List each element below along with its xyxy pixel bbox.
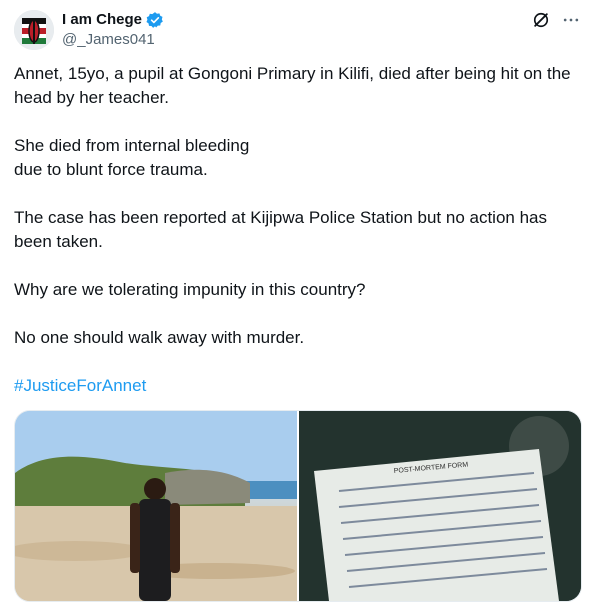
tweet-header: I am Chege @_James041: [14, 8, 581, 52]
postmortem-form-photo[interactable]: POST-MORTEM FORM: [299, 411, 581, 601]
tweet-paragraph-4: Why are we tolerating impunity in this c…: [14, 280, 366, 299]
author-name-row: I am Chege: [62, 10, 164, 30]
author-names: I am Chege @_James041: [62, 10, 164, 50]
more-icon[interactable]: [561, 10, 581, 35]
grok-icon[interactable]: [531, 10, 551, 35]
avatar[interactable]: [14, 10, 54, 50]
media-grid: POST-MORTEM FORM: [14, 410, 582, 602]
hashtag-link[interactable]: #JusticeForAnnet: [14, 374, 574, 398]
author-handle[interactable]: @_James041: [62, 30, 164, 50]
author-display-name[interactable]: I am Chege: [62, 10, 142, 30]
tweet-paragraph-3: The case has been reported at Kijipwa Po…: [14, 208, 548, 251]
tweet-paragraph-1: Annet, 15yo, a pupil at Gongoni Primary …: [14, 64, 571, 107]
tweet-paragraph-5: No one should walk away with murder.: [14, 328, 305, 347]
tweet-actions: [531, 10, 581, 35]
tweet-text: Annet, 15yo, a pupil at Gongoni Primary …: [14, 62, 574, 422]
beach-photo[interactable]: [15, 411, 297, 601]
verified-badge-icon: [146, 11, 164, 29]
tweet-paragraph-2: She died from internal bleeding due to b…: [14, 136, 250, 179]
